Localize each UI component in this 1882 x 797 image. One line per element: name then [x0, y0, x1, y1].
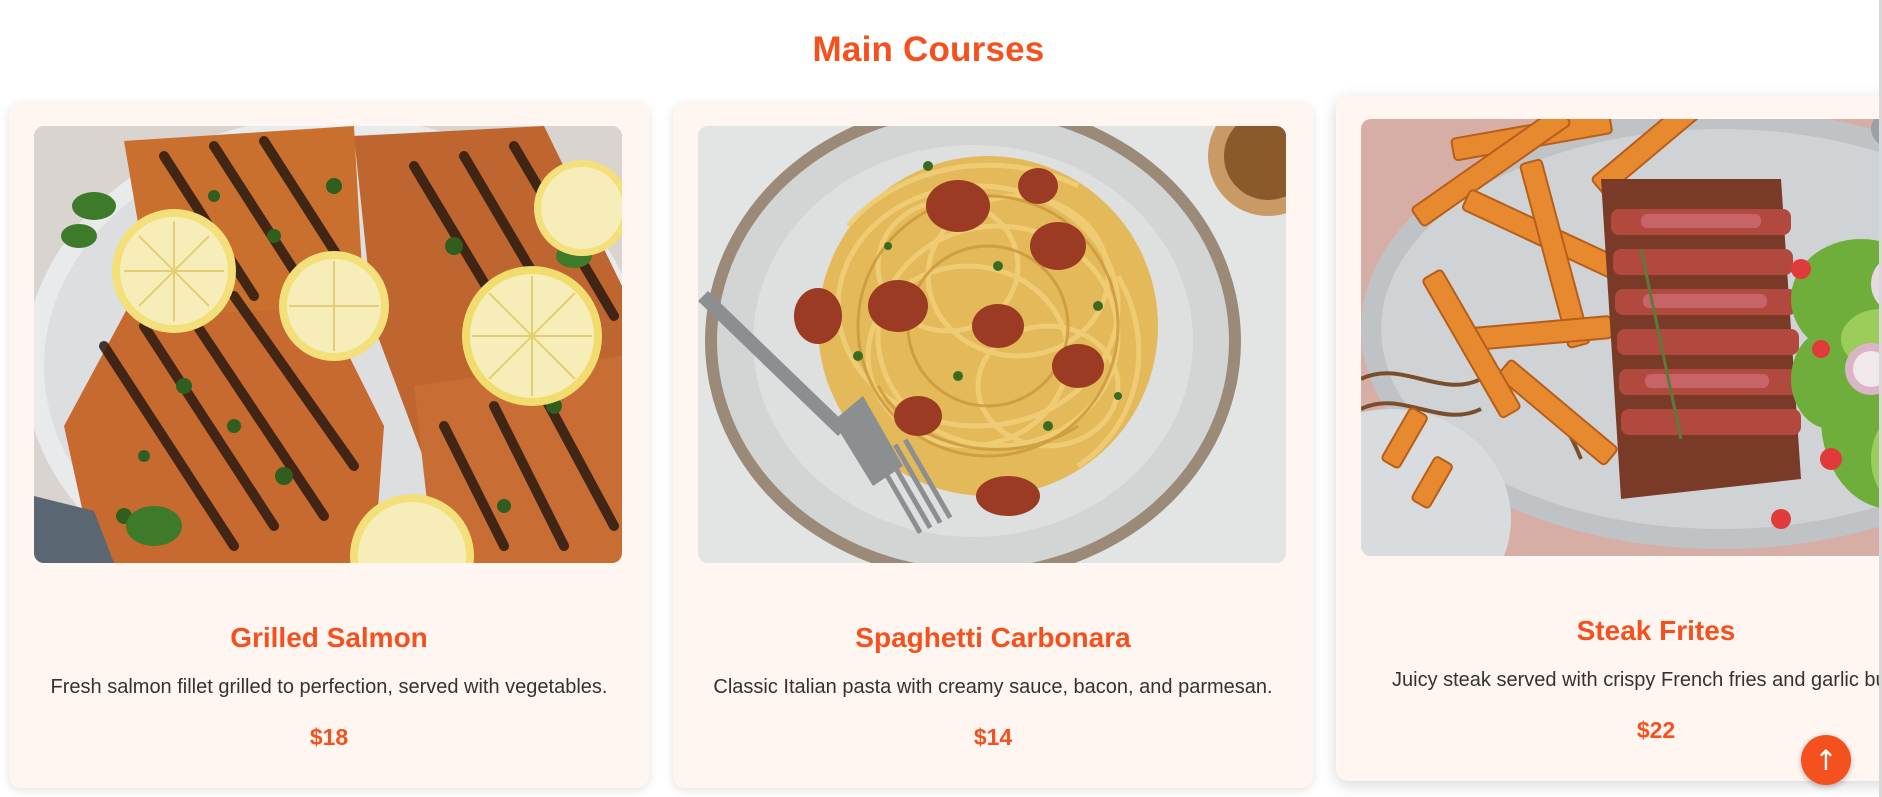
menu-item-name: Steak Frites — [1576, 615, 1736, 646]
grilled-salmon-photo — [34, 126, 622, 563]
menu-card-grilled-salmon[interactable]: Grilled Salmon Fresh salmon fillet grill… — [9, 103, 649, 788]
section-title: Main Courses — [812, 30, 1045, 69]
menu-item-description: Fresh salmon fillet grilled to perfectio… — [50, 676, 608, 698]
menu-item-name: Grilled Salmon — [230, 622, 428, 653]
menu-card-steak-frites[interactable]: Steak Frites Juicy steak served with cri… — [1336, 96, 1882, 781]
menu-page: Main Courses Grilled Salmon Fresh salmon… — [0, 0, 1882, 797]
scroll-to-top-button[interactable]: ↑ — [1801, 735, 1851, 785]
spaghetti-carbonara-photo — [698, 126, 1286, 563]
menu-card-spaghetti-carbonara[interactable]: Spaghetti Carbonara Classic Italian past… — [673, 103, 1313, 788]
menu-item-name: Spaghetti Carbonara — [855, 622, 1131, 653]
menu-item-price: $18 — [309, 724, 349, 750]
arrow-up-icon: ↑ — [1814, 743, 1838, 777]
menu-item-price: $22 — [1636, 717, 1676, 743]
menu-item-description: Juicy steak served with crispy French fr… — [1392, 669, 1882, 691]
menu-item-description: Classic Italian pasta with creamy sauce,… — [713, 676, 1273, 698]
menu-item-price: $14 — [973, 724, 1013, 750]
steak-frites-photo — [1361, 119, 1882, 556]
